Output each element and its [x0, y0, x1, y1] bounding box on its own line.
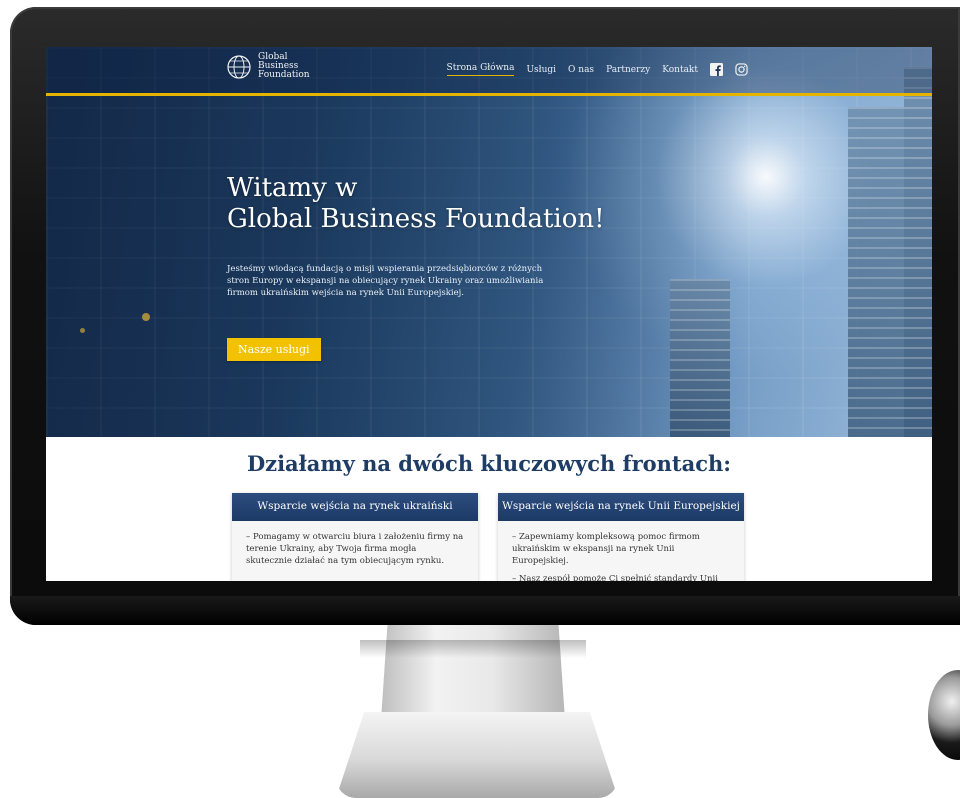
hero-title-line: Witamy w — [227, 173, 358, 203]
hero-title: Witamy w Global Business Foundation! — [227, 173, 605, 235]
card-body: – Pomagamy w otwarciu biura i założeniu … — [232, 521, 478, 567]
logo[interactable]: Global Business Foundation — [226, 53, 318, 80]
logo-text: Global Business Foundation — [258, 53, 318, 80]
hero-title-line: Global Business Foundation! — [227, 204, 605, 234]
globe-icon — [227, 54, 251, 79]
nav-link-partners[interactable]: Partnerzy — [606, 65, 650, 75]
card-ukraine: Wsparcie wejścia na rynek ukraiński – Po… — [232, 493, 478, 581]
hero-description: Jesteśmy wiodącą fundacją o misji wspier… — [227, 264, 544, 298]
services-button[interactable]: Nasze usługi — [227, 338, 321, 361]
nav-link-about[interactable]: O nas — [568, 65, 594, 75]
mouse — [928, 670, 960, 760]
navbar: Global Business Foundation Strona Główna… — [46, 47, 932, 96]
logo-line: Foundation — [258, 70, 310, 80]
card-paragraph: – Pomagamy w otwarciu biura i założeniu … — [246, 532, 464, 566]
stand-shadow — [360, 640, 586, 658]
instagram-icon[interactable] — [735, 63, 748, 76]
section-title: Działamy na dwóch kluczowych frontach: — [246, 451, 732, 476]
card-paragraph: – Zapewniamy kompleksową pomoc firmom uk… — [512, 532, 700, 566]
hero-overlay — [46, 47, 932, 437]
decor-dot — [80, 328, 85, 333]
screen: Global Business Foundation Strona Główna… — [46, 47, 932, 581]
card-paragraph: – Nasz zespół pomoże Ci spełnić standard… — [512, 574, 718, 581]
nav-link-home[interactable]: Strona Główna — [446, 63, 515, 76]
monitor-bezel-bottom — [10, 596, 960, 625]
card-heading: Wsparcie wejścia na rynek ukraiński — [232, 493, 478, 521]
nav-link-contact[interactable]: Kontakt — [662, 65, 698, 75]
monitor-stand-base — [336, 712, 618, 798]
nav-menu: Strona Główna Usługi O nas Partnerzy Kon… — [446, 63, 748, 76]
decor-dot — [142, 313, 150, 321]
card-eu: Wsparcie wejścia na rynek Unii Europejsk… — [498, 493, 744, 581]
card-heading: Wsparcie wejścia na rynek Unii Europejsk… — [498, 493, 744, 521]
facebook-icon[interactable] — [710, 63, 723, 76]
card-body: – Zapewniamy kompleksową pomoc firmom uk… — [498, 521, 744, 581]
nav-link-services[interactable]: Usługi — [526, 65, 556, 75]
